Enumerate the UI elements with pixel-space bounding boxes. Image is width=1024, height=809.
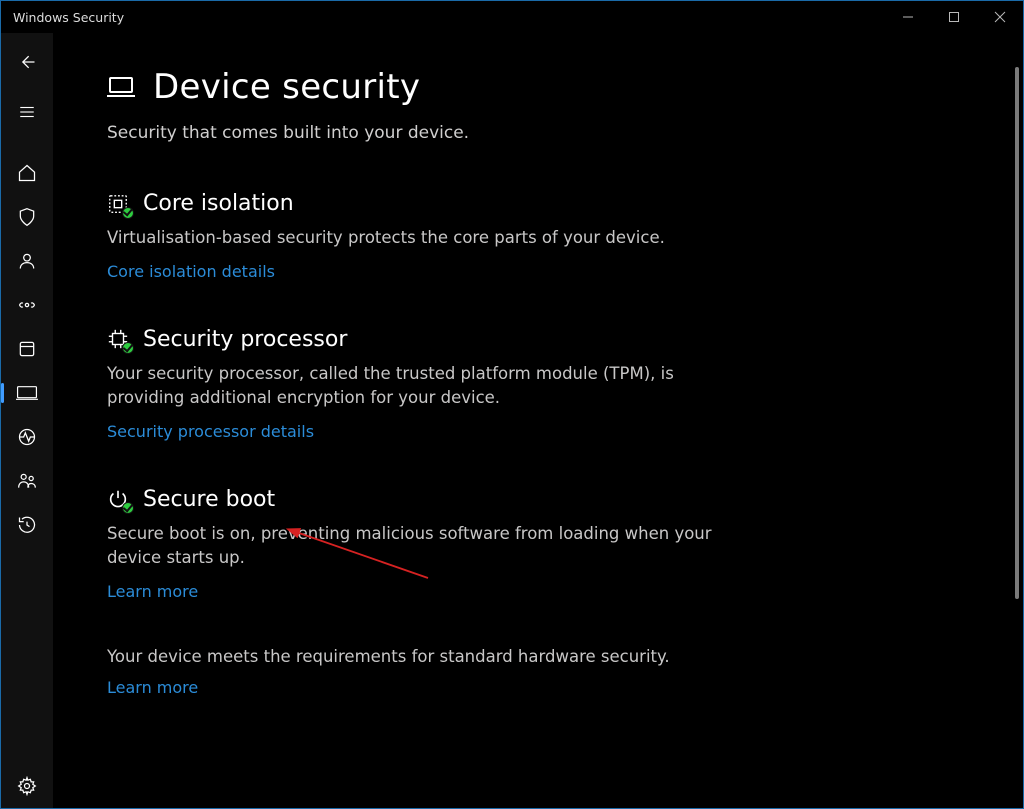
- close-button[interactable]: [977, 1, 1023, 33]
- back-button[interactable]: [1, 37, 53, 87]
- secure-boot-icon: [107, 488, 129, 510]
- section-desc: Secure boot is on, preventing malicious …: [107, 522, 747, 570]
- section-title: Security processor: [143, 327, 347, 352]
- section-title: Secure boot: [143, 487, 275, 512]
- scrollbar-thumb[interactable]: [1015, 67, 1019, 599]
- core-isolation-icon: [107, 193, 129, 215]
- status-ok-icon: [122, 502, 134, 514]
- security-processor-icon: [107, 328, 129, 350]
- window-title: Windows Security: [13, 10, 124, 25]
- titlebar: Windows Security: [1, 1, 1023, 33]
- sidebar: [1, 33, 53, 808]
- page-title: Device security: [153, 67, 420, 107]
- section-title: Core isolation: [143, 191, 294, 216]
- laptop-icon: [107, 72, 135, 102]
- section-security-processor: Security processor Your security process…: [107, 327, 747, 441]
- nav-settings[interactable]: [1, 764, 53, 808]
- section-desc: Virtualisation-based security protects t…: [107, 226, 747, 250]
- secure-boot-learn-more-link[interactable]: Learn more: [107, 582, 198, 601]
- nav-home[interactable]: [1, 151, 53, 195]
- section-secure-boot: Secure boot Secure boot is on, preventin…: [107, 487, 747, 601]
- nav-device-security[interactable]: [1, 371, 53, 415]
- nav-firewall[interactable]: [1, 283, 53, 327]
- nav-device-performance[interactable]: [1, 415, 53, 459]
- menu-button[interactable]: [1, 87, 53, 137]
- status-ok-icon: [122, 342, 134, 354]
- section-core-isolation: Core isolation Virtualisation-based secu…: [107, 191, 747, 281]
- status-ok-icon: [122, 207, 134, 219]
- page-subtitle: Security that comes built into your devi…: [107, 123, 943, 143]
- nav-virus-protection[interactable]: [1, 195, 53, 239]
- scrollbar[interactable]: [1014, 67, 1021, 806]
- footer-text: Your device meets the requirements for s…: [107, 647, 943, 666]
- page-header: Device security: [107, 67, 943, 107]
- maximize-button[interactable]: [931, 1, 977, 33]
- security-processor-details-link[interactable]: Security processor details: [107, 422, 314, 441]
- core-isolation-details-link[interactable]: Core isolation details: [107, 262, 275, 281]
- nav-protection-history[interactable]: [1, 503, 53, 547]
- section-desc: Your security processor, called the trus…: [107, 362, 747, 410]
- nav-app-browser[interactable]: [1, 327, 53, 371]
- minimize-button[interactable]: [885, 1, 931, 33]
- window-controls: [885, 1, 1023, 33]
- content-area: Device security Security that comes buil…: [53, 33, 1023, 808]
- nav-account-protection[interactable]: [1, 239, 53, 283]
- nav-family-options[interactable]: [1, 459, 53, 503]
- footer-learn-more-link[interactable]: Learn more: [107, 678, 198, 697]
